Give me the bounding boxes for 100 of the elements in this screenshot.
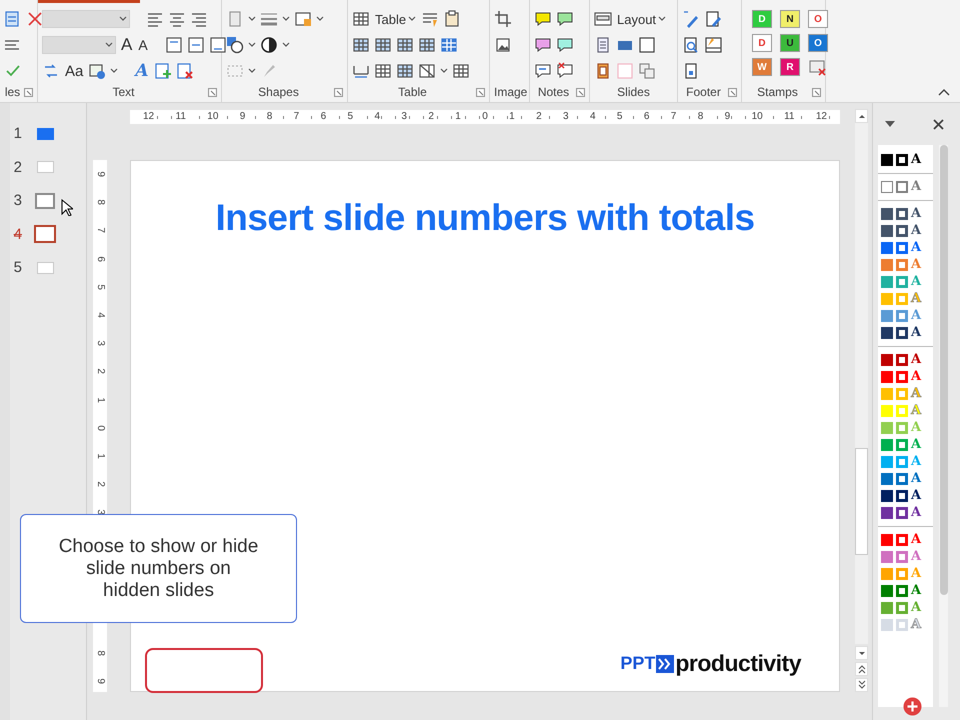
- outline-swatch[interactable]: [896, 180, 908, 192]
- swap-icon[interactable]: [42, 62, 60, 80]
- slide-thumbnail[interactable]: [37, 161, 54, 174]
- remove-stamp-icon[interactable]: [808, 58, 826, 76]
- caret-icon[interactable]: [282, 16, 290, 22]
- caret-icon[interactable]: [248, 68, 256, 74]
- outline-swatch[interactable]: [896, 242, 908, 254]
- caret-icon[interactable]: [110, 68, 118, 74]
- table-icon[interactable]: [452, 62, 470, 80]
- outline-swatch[interactable]: [896, 456, 908, 468]
- comment-icon[interactable]: [556, 10, 574, 28]
- text-color-swatch[interactable]: A: [911, 308, 922, 322]
- text-box-icon[interactable]: [186, 36, 205, 54]
- stamp-button[interactable]: O: [808, 34, 828, 52]
- image-frame-icon[interactable]: [494, 36, 512, 54]
- fill-swatch[interactable]: [881, 208, 893, 220]
- table-icon[interactable]: [374, 36, 392, 54]
- comment-icon[interactable]: [534, 10, 552, 28]
- outline-swatch[interactable]: [896, 370, 908, 382]
- outline-swatch[interactable]: [896, 584, 908, 596]
- fill-swatch[interactable]: [881, 602, 893, 614]
- text-color-swatch[interactable]: A: [911, 472, 922, 486]
- slide-thumbnail[interactable]: [34, 225, 56, 244]
- outline-swatch[interactable]: [896, 208, 908, 220]
- text-color-swatch[interactable]: A: [911, 600, 922, 614]
- fill-swatch[interactable]: [881, 618, 893, 630]
- comment-icon[interactable]: [534, 36, 552, 54]
- text-color-swatch[interactable]: A: [911, 180, 922, 194]
- dropdown-arrow-icon[interactable]: [885, 121, 895, 127]
- outline-swatch[interactable]: [896, 354, 908, 366]
- box-icon[interactable]: [638, 36, 656, 54]
- text-color-swatch[interactable]: A: [911, 352, 922, 366]
- delete-box-icon[interactable]: [176, 62, 194, 80]
- table-icon[interactable]: [418, 62, 436, 80]
- add-box-icon[interactable]: [154, 62, 172, 80]
- dialog-launcher-icon[interactable]: [728, 88, 737, 96]
- picture-icon[interactable]: [88, 62, 106, 80]
- text-color-swatch[interactable]: A: [911, 454, 922, 468]
- outline-swatch[interactable]: [896, 490, 908, 502]
- copy-icon[interactable]: [638, 62, 656, 80]
- caret-icon[interactable]: [408, 16, 416, 22]
- fill-swatch[interactable]: [881, 456, 893, 468]
- text-color-swatch[interactable]: A: [911, 326, 922, 340]
- table-icon[interactable]: [396, 62, 414, 80]
- text-box-icon[interactable]: [164, 36, 183, 54]
- fill-swatch[interactable]: [881, 258, 893, 270]
- shrink-font-button[interactable]: A: [137, 37, 149, 53]
- outline-swatch[interactable]: [896, 422, 908, 434]
- outline-swatch[interactable]: [896, 224, 908, 236]
- outline-swatch[interactable]: [896, 310, 908, 322]
- stamp-button[interactable]: O: [808, 10, 828, 28]
- shape-fill-icon[interactable]: [226, 36, 244, 54]
- fill-swatch[interactable]: [881, 310, 893, 322]
- outline-swatch[interactable]: [896, 472, 908, 484]
- fill-swatch[interactable]: [881, 326, 893, 338]
- text-color-swatch[interactable]: A: [911, 258, 922, 272]
- fill-swatch[interactable]: [881, 584, 893, 596]
- add-icon[interactable]: [903, 697, 922, 716]
- fill-swatch[interactable]: [881, 568, 893, 580]
- text-effect-button[interactable]: A: [134, 61, 150, 81]
- lock-box-icon[interactable]: [294, 10, 312, 28]
- text-color-swatch[interactable]: A: [911, 488, 922, 502]
- fill-swatch[interactable]: [881, 154, 893, 166]
- fill-swatch[interactable]: [881, 490, 893, 502]
- fill-swatch[interactable]: [881, 404, 893, 416]
- dialog-launcher-icon[interactable]: [334, 88, 343, 96]
- slide-thumbnail[interactable]: [35, 192, 55, 209]
- grow-font-button[interactable]: A: [120, 35, 134, 55]
- caret-icon[interactable]: [248, 42, 256, 48]
- layout-icon[interactable]: [594, 10, 612, 28]
- comment-icon[interactable]: [556, 36, 574, 54]
- text-color-swatch[interactable]: A: [911, 206, 922, 220]
- stamp-button[interactable]: D: [752, 34, 772, 52]
- outline-swatch[interactable]: [896, 550, 908, 562]
- fill-swatch[interactable]: [881, 292, 893, 304]
- fill-swatch[interactable]: [881, 506, 893, 518]
- outline-swatch[interactable]: [896, 154, 908, 166]
- next-slide-icon[interactable]: [856, 680, 866, 690]
- delete-icon[interactable]: [26, 10, 44, 28]
- dialog-launcher-icon[interactable]: [812, 88, 821, 96]
- fill-swatch[interactable]: [881, 370, 893, 382]
- caret-icon[interactable]: [248, 16, 256, 22]
- caret-icon[interactable]: [440, 68, 448, 74]
- edit-document-icon[interactable]: [704, 10, 722, 28]
- caret-icon[interactable]: [316, 16, 324, 22]
- text-color-swatch[interactable]: A: [911, 370, 922, 384]
- fill-swatch[interactable]: [881, 550, 893, 562]
- outline-swatch[interactable]: [896, 438, 908, 450]
- caret-icon[interactable]: [282, 42, 290, 48]
- slide-thumbnail[interactable]: [37, 262, 54, 274]
- table-icon[interactable]: [374, 62, 392, 80]
- stamp-button[interactable]: W: [752, 58, 772, 76]
- fill-swatch[interactable]: [881, 438, 893, 450]
- dialog-launcher-icon[interactable]: [476, 88, 485, 96]
- table-icon[interactable]: [418, 36, 436, 54]
- fill-swatch[interactable]: [881, 534, 893, 546]
- no-fill-swatch[interactable]: [881, 180, 893, 192]
- text-color-swatch[interactable]: A: [911, 438, 922, 452]
- previous-slide-icon[interactable]: [856, 664, 866, 674]
- comment-delete-icon[interactable]: [556, 62, 574, 80]
